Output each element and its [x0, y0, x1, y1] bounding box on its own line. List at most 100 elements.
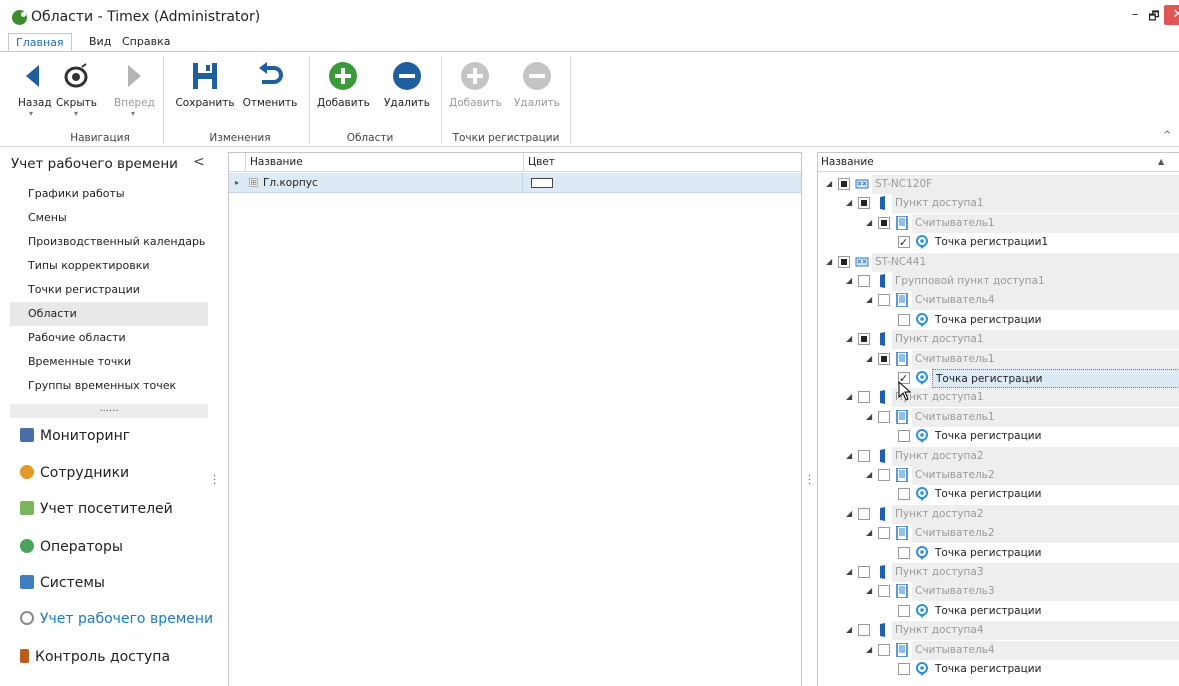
minimize-button[interactable]: –: [1126, 7, 1144, 23]
area-color-swatch[interactable]: [531, 178, 553, 188]
expand-arrow-icon[interactable]: ◢: [866, 214, 872, 232]
tree-node[interactable]: ◢ Считыватель1: [818, 407, 1179, 427]
cancel-button[interactable]: Отменить: [241, 60, 299, 109]
area-name-cell[interactable]: Гл.корпус: [263, 173, 318, 193]
tree-node[interactable]: ◢ Считыватель2: [818, 524, 1179, 544]
back-button[interactable]: Назад ▾: [18, 60, 52, 118]
tree-node[interactable]: Точка регистрации: [818, 427, 1179, 447]
tree-checkbox[interactable]: [878, 216, 890, 229]
delete-point-button[interactable]: Удалить: [511, 60, 563, 109]
nav-item-schedules[interactable]: Графики работы: [10, 182, 208, 206]
tree-checkbox[interactable]: [858, 197, 870, 210]
expand-arrow-icon[interactable]: ◢: [846, 330, 852, 348]
tree-checkbox[interactable]: [878, 294, 890, 307]
nav-item-work-areas[interactable]: Рабочие области: [10, 326, 208, 350]
expand-arrow-icon[interactable]: ◢: [826, 175, 832, 193]
nav-item-shifts[interactable]: Смены: [10, 206, 208, 230]
tab-help[interactable]: Справка: [115, 33, 177, 51]
table-row[interactable]: ▸ ⊞ Гл.корпус: [229, 173, 801, 193]
expand-arrow-icon[interactable]: ◢: [846, 194, 852, 212]
expand-arrow-icon[interactable]: ◢: [846, 388, 852, 406]
expand-arrow-icon[interactable]: ◢: [866, 466, 872, 484]
expand-arrow-icon[interactable]: ◢: [846, 447, 852, 465]
tree-node[interactable]: ◢ Считыватель3: [818, 582, 1179, 602]
tree-node[interactable]: Точка регистрации: [818, 543, 1179, 563]
tree-column-header[interactable]: Название ▲: [818, 153, 1179, 172]
tree-node[interactable]: ◢ Пункт доступа2: [818, 446, 1179, 466]
expand-arrow-icon[interactable]: ◢: [846, 505, 852, 523]
tree-checkbox[interactable]: [898, 604, 910, 617]
tree-checkbox[interactable]: [898, 313, 910, 326]
expand-arrow-icon[interactable]: ◢: [866, 641, 872, 659]
tree-checkbox[interactable]: [878, 585, 890, 598]
expand-row-icon[interactable]: ⊞: [249, 178, 258, 187]
tree-node[interactable]: ◢ Пункт доступа3: [818, 563, 1179, 582]
tree-checkbox[interactable]: [858, 391, 870, 404]
tree-node[interactable]: Точка регистрации: [818, 485, 1179, 505]
expand-arrow-icon[interactable]: ◢: [866, 524, 872, 542]
tree-node[interactable]: Точка регистрации: [818, 369, 1179, 388]
tree-checkbox[interactable]: [858, 275, 870, 287]
nav-item-time-point-groups[interactable]: Группы временных точек: [10, 374, 208, 398]
tree-node[interactable]: ◢ Пункт доступа1: [818, 194, 1179, 214]
module-employees[interactable]: Сотрудники: [20, 458, 129, 488]
nav-item-reg-points[interactable]: Точки регистрации: [10, 278, 208, 302]
expand-arrow-icon[interactable]: ◢: [866, 408, 872, 426]
tree-checkbox[interactable]: [898, 663, 910, 675]
tree-node[interactable]: ◢ Пункт доступа1: [818, 330, 1179, 350]
tab-home[interactable]: Главная: [8, 33, 72, 51]
tree-node[interactable]: ◢ Пункт доступа4: [818, 621, 1179, 641]
save-button[interactable]: Сохранить: [174, 60, 236, 109]
tree-node[interactable]: ◢ Пункт доступа2: [818, 504, 1179, 524]
expand-arrow-icon[interactable]: ◢: [866, 582, 872, 600]
add-area-button[interactable]: Добавить: [317, 60, 370, 109]
back-dropdown-icon[interactable]: ▾: [18, 110, 44, 118]
expand-arrow-icon[interactable]: ◢: [846, 272, 852, 290]
expand-arrow-icon[interactable]: ◢: [846, 621, 852, 639]
nav-item-time-points[interactable]: Временные точки: [10, 350, 208, 374]
tab-view[interactable]: Вид: [82, 33, 118, 51]
module-monitoring[interactable]: Мониторинг: [20, 421, 130, 451]
tree-checkbox[interactable]: [838, 178, 850, 190]
column-header-color[interactable]: Цвет: [523, 153, 801, 172]
tree-node[interactable]: ◢ Считыватель2: [818, 466, 1179, 485]
module-access-control[interactable]: Контроль доступа: [20, 642, 170, 672]
module-systems[interactable]: Системы: [20, 568, 105, 598]
tree-checkbox[interactable]: [858, 507, 870, 520]
nav-pane-resize-handle[interactable]: ......: [10, 404, 208, 418]
tree-checkbox[interactable]: [898, 546, 910, 559]
tree-node[interactable]: ◢ Групповой пункт доступа1: [818, 272, 1179, 291]
tree-node[interactable]: ◢ Пункт доступа1: [818, 388, 1179, 408]
tree-checkbox[interactable]: [878, 643, 890, 656]
maximize-button[interactable]: 🗗: [1145, 7, 1163, 23]
tree-checkbox[interactable]: [898, 430, 910, 443]
collapse-pane-icon[interactable]: <: [193, 154, 205, 170]
tree-node[interactable]: ◢ ST-NC120F: [818, 175, 1179, 194]
add-point-button[interactable]: Добавить: [449, 60, 502, 109]
expand-arrow-icon[interactable]: ◢: [826, 253, 832, 271]
tree-node[interactable]: ◢ ST-NC441: [818, 252, 1179, 272]
tree-checkbox[interactable]: [878, 469, 890, 481]
ribbon-collapse-icon[interactable]: ^: [1163, 130, 1171, 141]
tree-checkbox[interactable]: [878, 527, 890, 540]
close-button[interactable]: ✕: [1164, 5, 1179, 25]
delete-area-button[interactable]: Удалить: [381, 60, 433, 109]
expand-arrow-icon[interactable]: ◢: [866, 350, 872, 368]
forward-dropdown-icon[interactable]: ▾: [114, 110, 152, 118]
tree-checkbox[interactable]: [898, 234, 910, 252]
expand-arrow-icon[interactable]: ◢: [866, 291, 872, 309]
module-time-tracking[interactable]: Учет рабочего времени: [20, 604, 213, 634]
tree-checkbox[interactable]: [878, 352, 890, 365]
tree-node[interactable]: ◢ Считыватель4: [818, 640, 1179, 660]
left-splitter-handle[interactable]: · · ·: [213, 472, 216, 490]
tree-checkbox[interactable]: [858, 333, 870, 346]
tree-node[interactable]: Точка регистрации: [818, 660, 1179, 679]
nav-item-production-calendar[interactable]: Производственный календарь: [10, 230, 208, 254]
expand-arrow-icon[interactable]: ◢: [846, 563, 852, 581]
forward-button[interactable]: Вперед ▾: [114, 60, 155, 118]
tree-node[interactable]: Точка регистрации: [818, 601, 1179, 621]
sort-ascending-icon[interactable]: ▲: [1158, 153, 1164, 171]
column-header-name[interactable]: Название: [245, 153, 523, 172]
nav-item-areas[interactable]: Области: [10, 302, 208, 326]
hide-dropdown-icon[interactable]: ▾: [56, 110, 96, 118]
